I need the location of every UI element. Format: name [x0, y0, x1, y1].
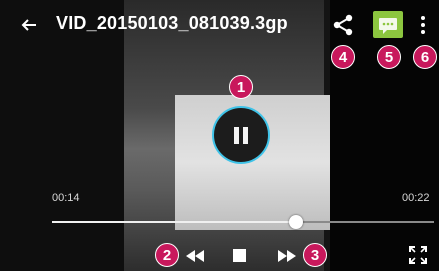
more-options-button[interactable] [418, 13, 428, 37]
share-icon [333, 14, 353, 36]
top-bar: VID_20150103_081039.3gp [0, 0, 439, 52]
callout-5: 5 [377, 45, 401, 69]
total-duration: 00:22 [402, 192, 430, 204]
back-button[interactable] [16, 12, 42, 38]
message-button[interactable] [373, 11, 403, 38]
fast-forward-button[interactable] [276, 248, 298, 264]
share-button[interactable] [331, 13, 355, 37]
video-title: VID_20150103_081039.3gp [56, 13, 288, 33]
rewind-icon [186, 250, 204, 262]
fast-forward-icon [278, 250, 296, 262]
callout-3: 3 [303, 243, 327, 267]
fullscreen-icon [409, 246, 427, 264]
fullscreen-button[interactable] [409, 246, 427, 264]
stop-button[interactable] [230, 246, 248, 264]
pause-button[interactable] [212, 106, 270, 164]
callout-2: 2 [155, 243, 179, 267]
video-player-screen[interactable]: VID_20150103_081039.3gp 1 2 3 4 5 6 00:1… [0, 0, 439, 271]
elapsed-time: 00:14 [52, 192, 80, 204]
seek-bar[interactable] [52, 215, 434, 229]
callout-6: 6 [413, 45, 437, 69]
seek-bar-progress [52, 221, 297, 223]
callout-4: 4 [331, 45, 355, 69]
stop-icon [232, 248, 246, 262]
callout-1: 1 [229, 75, 253, 99]
message-icon [379, 18, 397, 34]
arrow-left-icon [21, 19, 36, 31]
rewind-button[interactable] [184, 248, 206, 264]
